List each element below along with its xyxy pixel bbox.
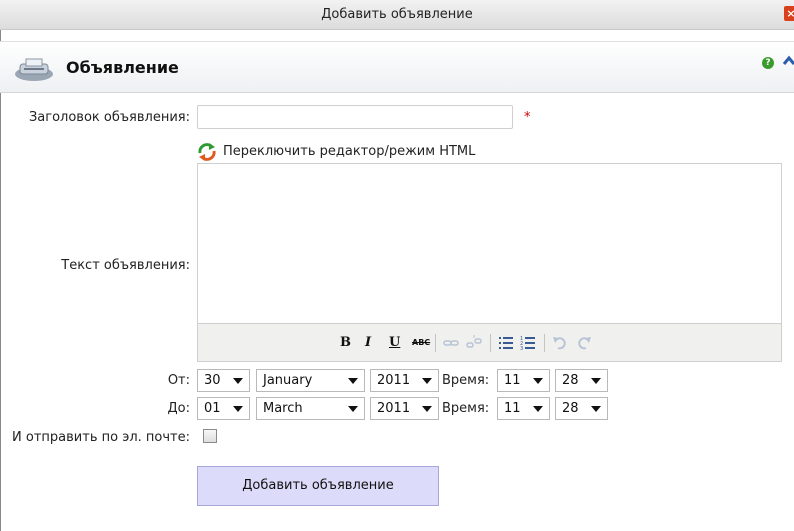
section-header: Объявление ?	[0, 41, 794, 93]
editor-toolbar: B I U ABC 1 2 3	[198, 323, 781, 361]
from-month-select[interactable]: January	[256, 369, 365, 392]
chevron-down-icon	[533, 378, 543, 384]
to-hour-value: 11	[504, 401, 521, 416]
underline-button[interactable]: U	[389, 334, 400, 352]
chevron-down-icon	[422, 406, 432, 412]
from-day-select[interactable]: 30	[197, 369, 250, 392]
email-checkbox[interactable]	[203, 429, 217, 443]
chevron-down-icon	[233, 406, 243, 412]
toolbar-separator	[490, 334, 491, 352]
to-day-value: 01	[204, 401, 221, 416]
required-mark: *	[524, 110, 531, 125]
from-month-value: January	[263, 373, 313, 388]
to-minute-select[interactable]: 28	[555, 397, 608, 420]
from-year-value: 2011	[377, 373, 411, 388]
from-hour-value: 11	[504, 373, 521, 388]
chevron-down-icon	[348, 406, 358, 412]
undo-icon[interactable]	[552, 334, 568, 352]
from-minute-value: 28	[562, 373, 579, 388]
title-label: Заголовок объявления:	[28, 110, 190, 125]
toggle-editor-text: Переключить редактор/режим HTML	[223, 144, 476, 159]
close-icon[interactable]: ×	[784, 6, 794, 21]
to-time-label: Время:	[442, 401, 490, 416]
text-label: Текст объявления:	[61, 258, 190, 273]
svg-text:3: 3	[520, 346, 523, 352]
email-label: И отправить по эл. почте:	[12, 430, 190, 445]
to-label: До:	[167, 401, 191, 416]
chevron-down-icon	[422, 378, 432, 384]
from-minute-select[interactable]: 28	[555, 369, 608, 392]
collapse-icon[interactable]	[782, 54, 794, 68]
toolbar-separator	[435, 334, 436, 352]
to-month-select[interactable]: March	[256, 397, 365, 420]
chevron-down-icon	[591, 406, 601, 412]
strikethrough-button[interactable]: ABC	[412, 334, 430, 352]
from-time-label: Время:	[442, 373, 490, 388]
chevron-down-icon	[233, 378, 243, 384]
help-icon[interactable]: ?	[762, 57, 774, 69]
fax-icon	[15, 58, 53, 81]
from-hour-select[interactable]: 11	[497, 369, 550, 392]
bullet-list-icon[interactable]	[498, 334, 514, 352]
to-day-select[interactable]: 01	[197, 397, 250, 420]
from-label: От:	[167, 373, 190, 388]
toolbar-separator	[544, 334, 545, 352]
to-month-value: March	[263, 401, 303, 416]
italic-button[interactable]: I	[365, 334, 371, 352]
bold-button[interactable]: B	[340, 334, 351, 352]
title-input[interactable]	[197, 105, 513, 129]
from-year-select[interactable]: 2011	[370, 369, 439, 392]
window-titlebar: Добавить объявление ×	[0, 0, 794, 30]
chevron-down-icon	[533, 406, 543, 412]
editor-content[interactable]	[202, 168, 777, 318]
text-editor[interactable]: B I U ABC 1 2 3	[197, 163, 782, 362]
submit-button[interactable]: Добавить объявление	[197, 466, 439, 506]
section-title: Объявление	[66, 58, 179, 77]
refresh-icon	[198, 143, 216, 161]
link-icon[interactable]	[443, 334, 459, 352]
to-year-value: 2011	[377, 401, 411, 416]
to-hour-select[interactable]: 11	[497, 397, 550, 420]
from-day-value: 30	[204, 373, 221, 388]
chevron-down-icon	[591, 378, 601, 384]
numbered-list-icon[interactable]: 1 2 3	[520, 334, 536, 352]
to-minute-value: 28	[562, 401, 579, 416]
unlink-icon[interactable]	[466, 334, 482, 352]
redo-icon[interactable]	[576, 334, 592, 352]
window-title: Добавить объявление	[321, 7, 473, 22]
to-year-select[interactable]: 2011	[370, 397, 439, 420]
chevron-down-icon	[348, 378, 358, 384]
